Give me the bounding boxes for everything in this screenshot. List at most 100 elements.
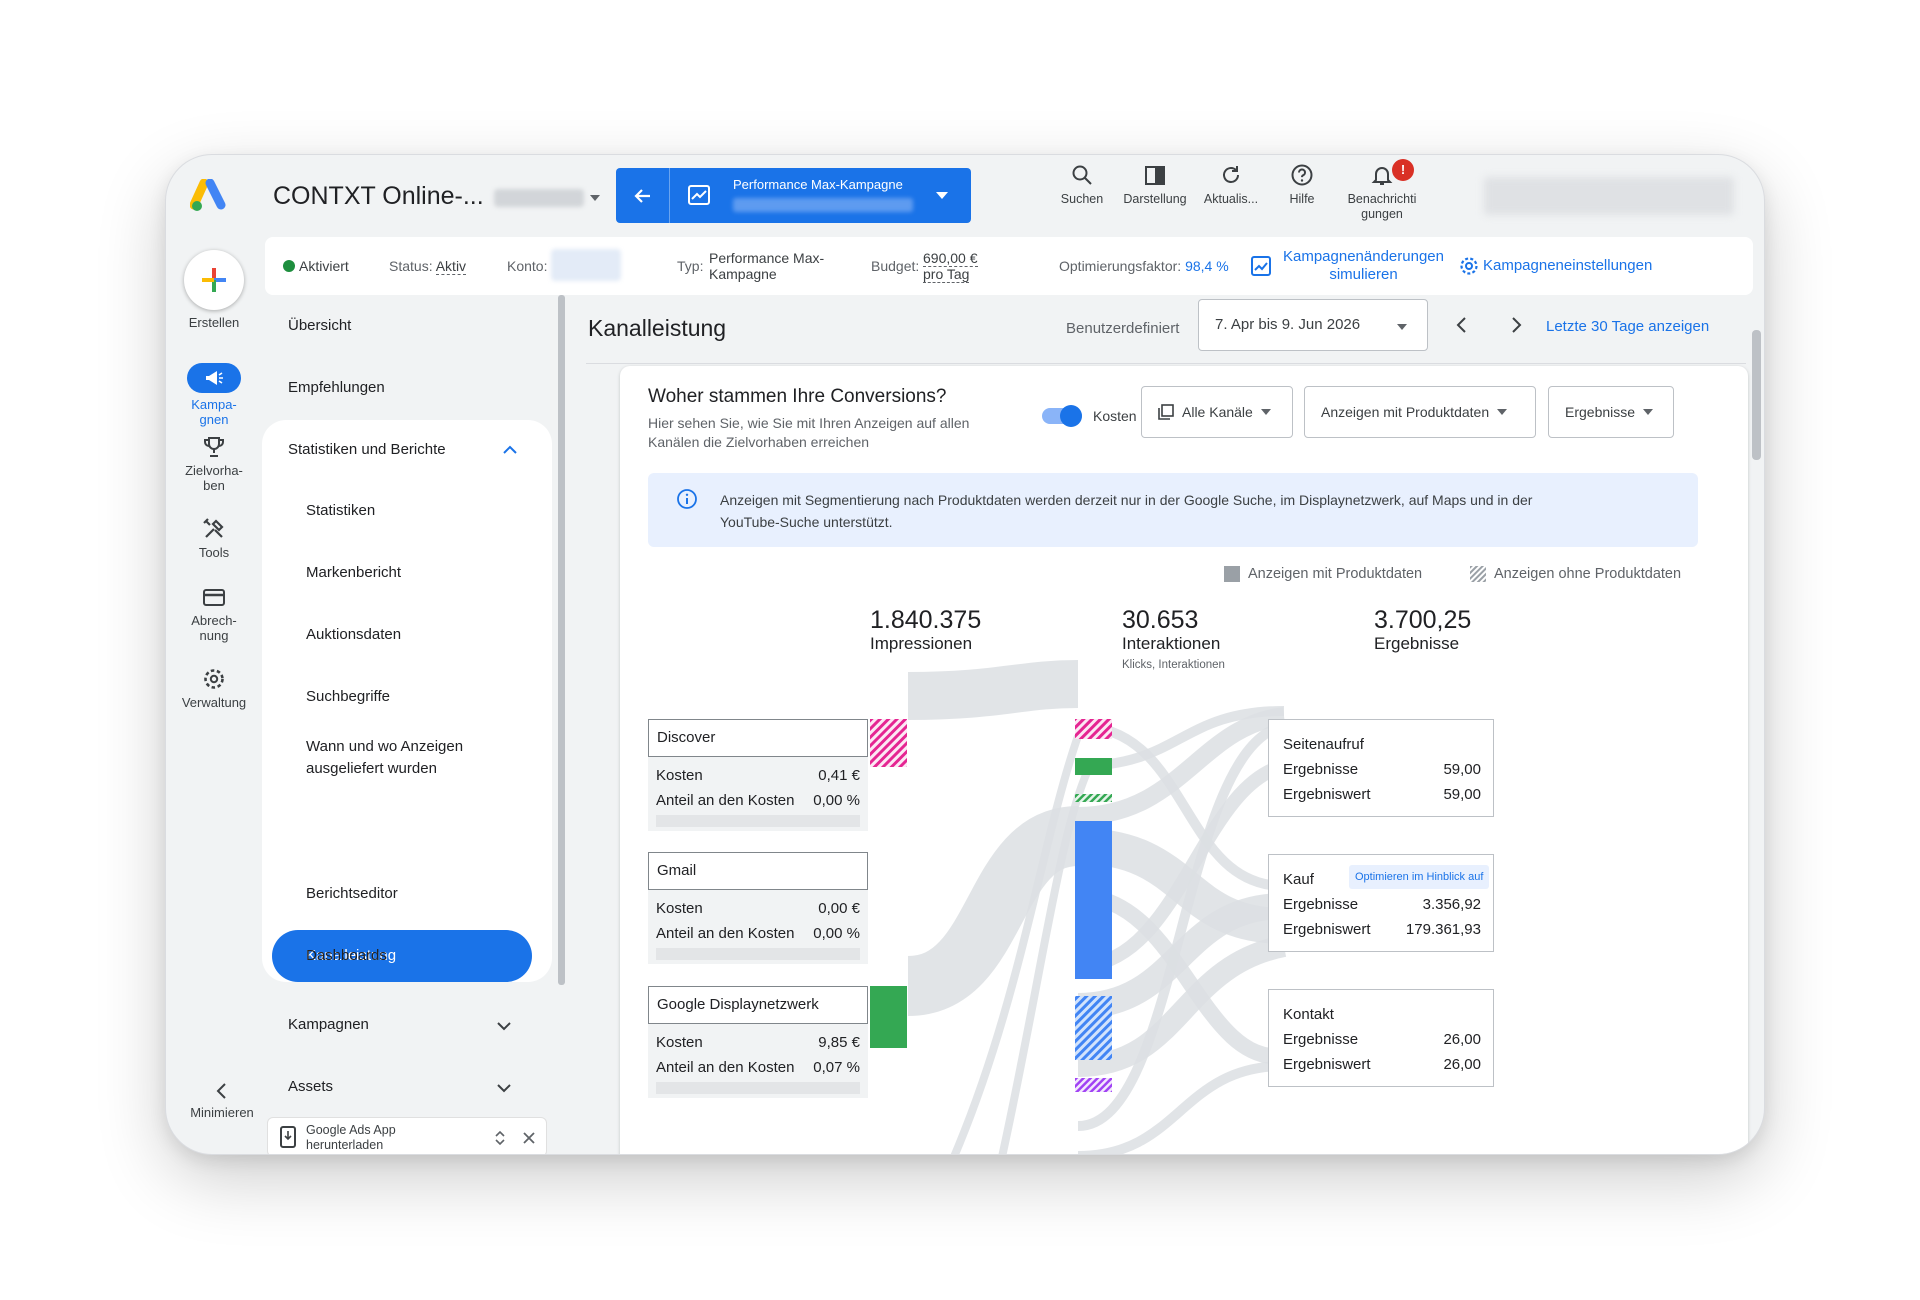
budget-value[interactable]: 690,00 € pro Tag [923, 250, 978, 283]
status-dot-icon [283, 260, 295, 272]
value-value: 26,00 [1443, 1056, 1481, 1073]
result-pageview[interactable]: Seitenaufruf Ergebnisse 59,00 Ergebniswer… [1268, 719, 1494, 817]
source-gmail-cost: Kosten 0,00 € [656, 900, 860, 917]
nav-brand-report[interactable]: Markenbericht [262, 562, 552, 584]
plus-icon [202, 268, 226, 292]
help-icon [1291, 164, 1313, 186]
source-gmail-share-bar [656, 948, 860, 960]
results-value: 26,00 [1443, 1031, 1481, 1048]
campaign-settings-link[interactable]: Kampagneneinstellungen [1483, 258, 1652, 274]
result-contact-results: Ergebnisse 26,00 [1283, 1031, 1481, 1048]
rail-admin-label: Verwaltung [181, 695, 247, 710]
app-download-text: Google Ads App herunterladen [306, 1123, 396, 1153]
campaign-selector[interactable]: Performance Max-Kampagne [616, 168, 971, 223]
rail-goals[interactable]: Zielvorha- ben [166, 435, 262, 493]
display-impressions-node [870, 986, 907, 1048]
campaign-type-label: Performance Max-Kampagne [733, 177, 903, 192]
account-dropdown-icon[interactable] [590, 195, 600, 201]
result-contact[interactable]: Kontakt Ergebnisse 26,00 Ergebniswert 26,0… [1268, 989, 1494, 1087]
appearance-tool-label: Darstellung [1123, 192, 1187, 206]
cost-label: Kosten [656, 900, 703, 917]
campaign-dropdown-icon[interactable] [936, 192, 948, 199]
nav-report-editor[interactable]: Berichtseditor [262, 883, 552, 905]
notifications-tool[interactable]: ! Benachrichti gungen [1334, 159, 1430, 222]
budget-amount: 690,00 € [923, 250, 978, 267]
status-field: Status: Aktiv [389, 258, 467, 275]
source-display-network[interactable]: Google Displaynetzwerk Kosten 9,85 € Ante… [648, 986, 868, 1098]
expand-collapse-icon[interactable] [494, 1129, 506, 1147]
chevron-down-icon[interactable] [496, 1018, 512, 1034]
campaign-name-redacted [733, 198, 913, 212]
result-purchase-results: Ergebnisse 3.356,92 [1283, 896, 1481, 913]
nav-scrollbar[interactable] [558, 295, 565, 985]
app-download-banner[interactable]: Google Ads App herunterladen [267, 1117, 547, 1154]
minimize-button[interactable]: Minimieren [174, 1081, 270, 1120]
main-scrollbar[interactable] [1752, 330, 1761, 460]
cost-value: 9,85 € [818, 1034, 860, 1051]
simulate-chart-icon[interactable] [1251, 256, 1271, 276]
share-value: 0,07 % [813, 1059, 860, 1076]
nav-statistics[interactable]: Statistiken [262, 500, 552, 522]
last-30-days-link[interactable]: Letzte 30 Tage anzeigen [1546, 318, 1709, 335]
rail-tools[interactable]: Tools [166, 517, 262, 560]
optimization-score[interactable]: Optimierungsfaktor: 98,4 % [1059, 258, 1229, 274]
account-field: Konto: [507, 258, 547, 274]
user-profile-redacted[interactable] [1484, 177, 1734, 215]
tools-icon [203, 518, 224, 538]
nav-overview[interactable]: Übersicht [262, 316, 552, 336]
status-label: Status: [389, 258, 433, 274]
source-gmail[interactable]: Gmail Kosten 0,00 € Anteil an den Kosten 0… [648, 852, 868, 964]
header-divider [586, 363, 1746, 364]
refresh-tool[interactable]: Aktualis... [1192, 163, 1270, 207]
account-title[interactable]: CONTXT Online-... [273, 182, 484, 211]
value-label: Ergebniswert [1283, 921, 1371, 938]
cost-value: 0,00 € [818, 900, 860, 917]
channel-performance-card: Woher stammen Ihre Conversions? Hier seh… [620, 366, 1748, 1154]
performance-chart-icon [688, 185, 710, 205]
account-id-redacted [494, 189, 584, 207]
next-period-icon[interactable] [1506, 315, 1526, 335]
nav-where-when-line-2: ausgeliefert wurden [306, 760, 437, 777]
rail-admin[interactable]: Verwaltung [166, 667, 262, 710]
rail-billing[interactable]: Abrech- nung [166, 585, 262, 643]
app-download-line-2: herunterladen [306, 1138, 384, 1152]
help-tool[interactable]: Hilfe [1272, 163, 1332, 207]
nav-auction-data[interactable]: Auktionsdaten [262, 624, 552, 646]
gmail-interactions-node [1075, 758, 1112, 775]
chevron-down-icon[interactable] [496, 1080, 512, 1096]
chevron-left-icon [216, 1083, 226, 1099]
simulate-changes-link[interactable]: Kampagnenänderungen simulieren [1283, 248, 1444, 284]
megaphone-icon [206, 371, 223, 385]
nav-recommendations[interactable]: Empfehlungen [262, 378, 552, 398]
value-label: Ergebniswert [1283, 1056, 1371, 1073]
create-button[interactable] [184, 250, 244, 310]
date-range-picker[interactable]: 7. Apr bis 9. Jun 2026 [1198, 299, 1428, 351]
source-discover[interactable]: Discover Kosten 0,41 € Anteil an den Kost… [648, 719, 868, 831]
nav-dashboards[interactable]: Dashboards [262, 945, 552, 967]
rail-campaigns[interactable]: Kampa- gnen [166, 363, 262, 427]
results-value: 3.356,92 [1422, 896, 1481, 913]
optimize-for-chip[interactable]: Optimieren im Hinblick auf [1349, 865, 1490, 889]
nav-search-terms[interactable]: Suchbegriffe [262, 686, 552, 708]
search-tool[interactable]: Suchen [1046, 163, 1118, 207]
notifications-label-2: gungen [1361, 207, 1403, 221]
results-value: 59,00 [1443, 761, 1481, 778]
source-gmail-name: Gmail [648, 852, 868, 890]
previous-period-icon[interactable] [1452, 315, 1472, 335]
settings-gear-icon[interactable] [1459, 256, 1479, 276]
nav-where-when[interactable]: Wann und wo Anzeigen ausgeliefert wurden [262, 736, 552, 780]
chevron-up-icon[interactable] [502, 442, 518, 458]
minimize-label: Minimieren [190, 1105, 254, 1120]
back-button[interactable] [616, 168, 670, 223]
rail-campaigns-label-1: Kampa- [191, 397, 237, 412]
notifications-label-1: Benachrichti [1347, 192, 1417, 206]
result-pageview-name: Seitenaufruf [1283, 736, 1364, 753]
status-value[interactable]: Aktiv [435, 258, 467, 275]
rail-tools-label: Tools [198, 545, 230, 560]
appearance-tool[interactable]: Darstellung [1110, 163, 1200, 207]
close-icon[interactable] [522, 1131, 536, 1145]
result-purchase[interactable]: Kauf Optimieren im Hinblick auf Ergebnis… [1268, 854, 1494, 952]
campaigns-pill [187, 363, 241, 393]
discover-impressions-node [870, 719, 907, 767]
share-value: 0,00 % [813, 792, 860, 809]
